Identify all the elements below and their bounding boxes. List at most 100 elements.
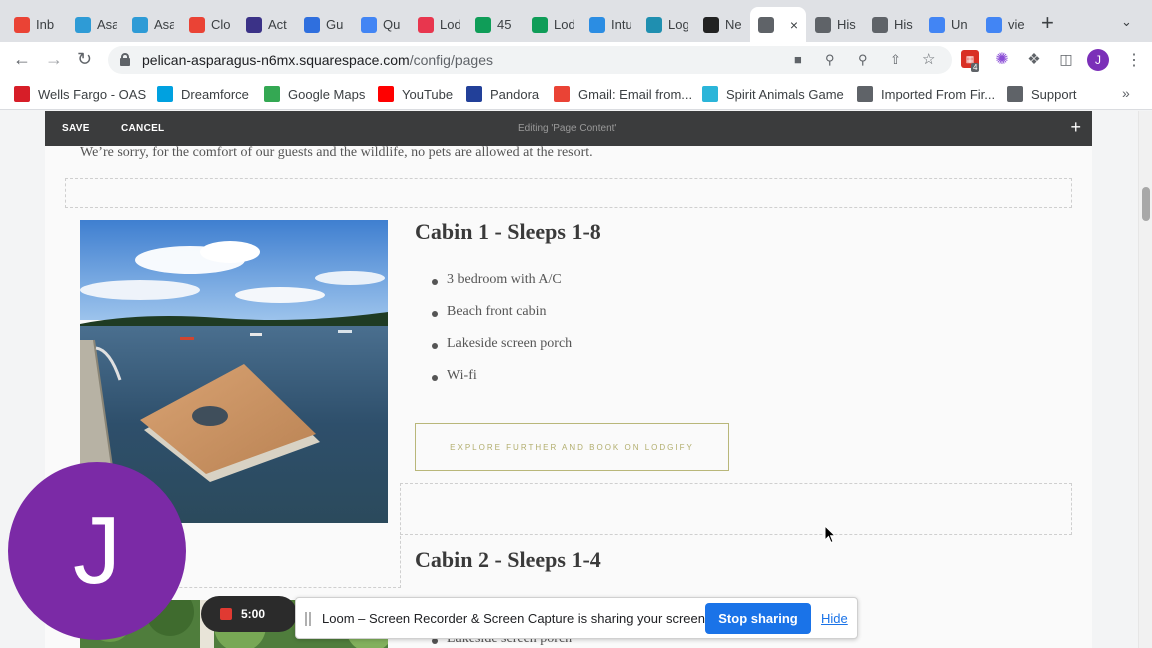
- lodgify-icon: [418, 16, 434, 33]
- browser-tab[interactable]: Act: [238, 7, 293, 42]
- bookmarks-bar: Wells Fargo - OAS Dreamforce Google Maps Yo…: [0, 78, 1152, 110]
- browser-tab[interactable]: Lod: [524, 7, 579, 42]
- bookmark-item[interactable]: YouTube: [378, 85, 453, 103]
- empty-block-spacer[interactable]: [65, 178, 1072, 208]
- back-arrow-icon[interactable]: ←: [13, 50, 31, 68]
- list-item: Lakeside screen porch: [432, 336, 572, 368]
- extension-badge: 4: [971, 63, 980, 72]
- browser-tab[interactable]: Asa: [67, 7, 122, 42]
- add-block-icon[interactable]: +: [1070, 118, 1081, 136]
- bookmark-label: Wells Fargo - OAS: [38, 86, 147, 102]
- empty-block-spacer[interactable]: [400, 483, 1072, 535]
- tab-label: His: [837, 17, 856, 32]
- side-panel-icon[interactable]: ◫: [1057, 50, 1075, 68]
- browser-tab[interactable]: Gu: [296, 7, 351, 42]
- lock-icon[interactable]: [120, 53, 130, 66]
- bookmark-item[interactable]: Google Maps: [264, 85, 365, 103]
- explore-lodgify-button[interactable]: EXPLORE FURTHER AND BOOK ON LODGIFY: [415, 423, 729, 471]
- page-scrollbar[interactable]: [1138, 111, 1152, 648]
- save-button[interactable]: SAVE: [62, 123, 90, 134]
- asana-icon: [75, 16, 91, 33]
- lodge-icon: [872, 16, 888, 33]
- browser-tab[interactable]: His: [864, 7, 919, 42]
- pets-notice: We’re sorry, for the comfort of our gues…: [80, 145, 593, 160]
- extension-burst-icon[interactable]: ✺: [993, 50, 1011, 68]
- bookmark-item[interactable]: Support: [1007, 85, 1077, 103]
- forward-arrow-icon[interactable]: →: [45, 50, 63, 68]
- url-text[interactable]: pelican-asparagus-n6mx.squarespace.com/c…: [142, 52, 493, 68]
- bookmark-item[interactable]: Gmail: Email from...: [554, 85, 692, 103]
- bookmark-label: Pandora: [490, 86, 540, 102]
- address-bar[interactable]: pelican-asparagus-n6mx.squarespace.com/c…: [108, 46, 952, 74]
- bookmark-item[interactable]: Spirit Animals Game: [702, 85, 844, 103]
- tab-label: vie: [1008, 17, 1025, 32]
- scrollbar-thumb[interactable]: [1142, 187, 1150, 221]
- browser-tab[interactable]: Qu: [353, 7, 408, 42]
- browser-tab[interactable]: Lod: [410, 7, 465, 42]
- key-icon[interactable]: ⚲: [825, 52, 835, 68]
- bookmark-label: Google Maps: [288, 86, 366, 102]
- close-tab-icon[interactable]: ×: [790, 17, 798, 33]
- browser-toolbar: ← → ↻ pelican-asparagus-n6mx.squarespace…: [0, 42, 1152, 78]
- bookmark-star-icon[interactable]: ☆: [922, 50, 935, 68]
- bookmark-label: Support: [1031, 86, 1077, 102]
- browser-tab[interactable]: Un: [921, 7, 976, 42]
- wells-fargo-icon: [14, 86, 30, 102]
- bookmark-label: Dreamforce: [181, 86, 249, 102]
- browser-tab[interactable]: Log: [638, 7, 693, 42]
- browser-tab[interactable]: His: [807, 7, 862, 42]
- sheets-icon: [532, 16, 548, 33]
- asana-icon: [132, 16, 148, 33]
- more-bookmarks-chevron-icon[interactable]: »: [1122, 85, 1130, 101]
- browser-tab[interactable]: Inb: [6, 7, 61, 42]
- tab-label: Gu: [326, 17, 344, 32]
- bookmark-label: Gmail: Email from...: [578, 86, 693, 102]
- cloud-icon: [157, 86, 173, 102]
- list-item: 3 bedroom with A/C: [432, 272, 572, 304]
- cabin1-amenities-list: 3 bedroom with A/C Beach front cabin Lak…: [432, 272, 572, 400]
- browser-tab[interactable]: Asa: [124, 7, 179, 42]
- bookmark-item[interactable]: Wells Fargo - OAS: [14, 85, 146, 103]
- tab-label: Lod: [440, 17, 460, 32]
- bookmark-item[interactable]: Dreamforce: [157, 85, 249, 103]
- share-icon[interactable]: ⇧: [890, 52, 901, 68]
- screen-sharing-banner: Loom – Screen Recorder & Screen Capture …: [295, 597, 858, 639]
- sheets-icon: [475, 16, 491, 33]
- stop-sharing-button[interactable]: Stop sharing: [705, 603, 811, 634]
- cabin2-title: Cabin 2 - Sleeps 1-4: [415, 547, 601, 572]
- browser-tab[interactable]: Ne: [695, 7, 750, 42]
- login-icon: [646, 16, 662, 33]
- squarespace-icon: [703, 16, 719, 33]
- new-tab-button[interactable]: +: [1041, 12, 1054, 34]
- reload-icon[interactable]: ↻: [77, 50, 92, 68]
- tab-label: Lod: [554, 17, 574, 32]
- bookmark-item[interactable]: Pandora: [466, 85, 539, 103]
- camera-icon[interactable]: ■: [794, 52, 802, 67]
- tab-search-chevron-icon[interactable]: ⌄: [1121, 14, 1132, 30]
- lodge-icon: [815, 16, 831, 33]
- docs-icon: [361, 16, 377, 33]
- extensions-puzzle-icon[interactable]: ❖: [1025, 50, 1043, 68]
- browser-tab[interactable]: ×: [750, 7, 806, 42]
- loom-camera-bubble[interactable]: J: [8, 462, 186, 640]
- zoom-icon[interactable]: ⚲: [858, 52, 868, 68]
- browser-menu-icon[interactable]: ⋮: [1126, 50, 1142, 70]
- browser-tab[interactable]: Clo: [181, 7, 236, 42]
- bookmark-label: Imported From Fir...: [881, 86, 996, 102]
- loom-recording-control[interactable]: 5:00: [201, 596, 297, 632]
- hide-link[interactable]: Hide: [821, 611, 848, 626]
- tab-label: Asa: [154, 17, 174, 32]
- lodge-icon: [758, 16, 774, 33]
- editing-title: Editing 'Page Content': [518, 123, 617, 134]
- cancel-button[interactable]: CANCEL: [121, 123, 164, 134]
- browser-tab[interactable]: 45: [467, 7, 522, 42]
- mouse-cursor-icon: [824, 525, 836, 544]
- tab-label: Qu: [383, 17, 401, 32]
- browser-tab[interactable]: Intu: [581, 7, 636, 42]
- bookmark-item[interactable]: Imported From Fir...: [857, 85, 995, 103]
- browser-tab[interactable]: vie: [978, 7, 1033, 42]
- drag-handle-icon[interactable]: [305, 612, 311, 626]
- profile-avatar[interactable]: J: [1087, 49, 1109, 71]
- guide-icon: [304, 16, 320, 33]
- stop-recording-icon[interactable]: [220, 608, 232, 620]
